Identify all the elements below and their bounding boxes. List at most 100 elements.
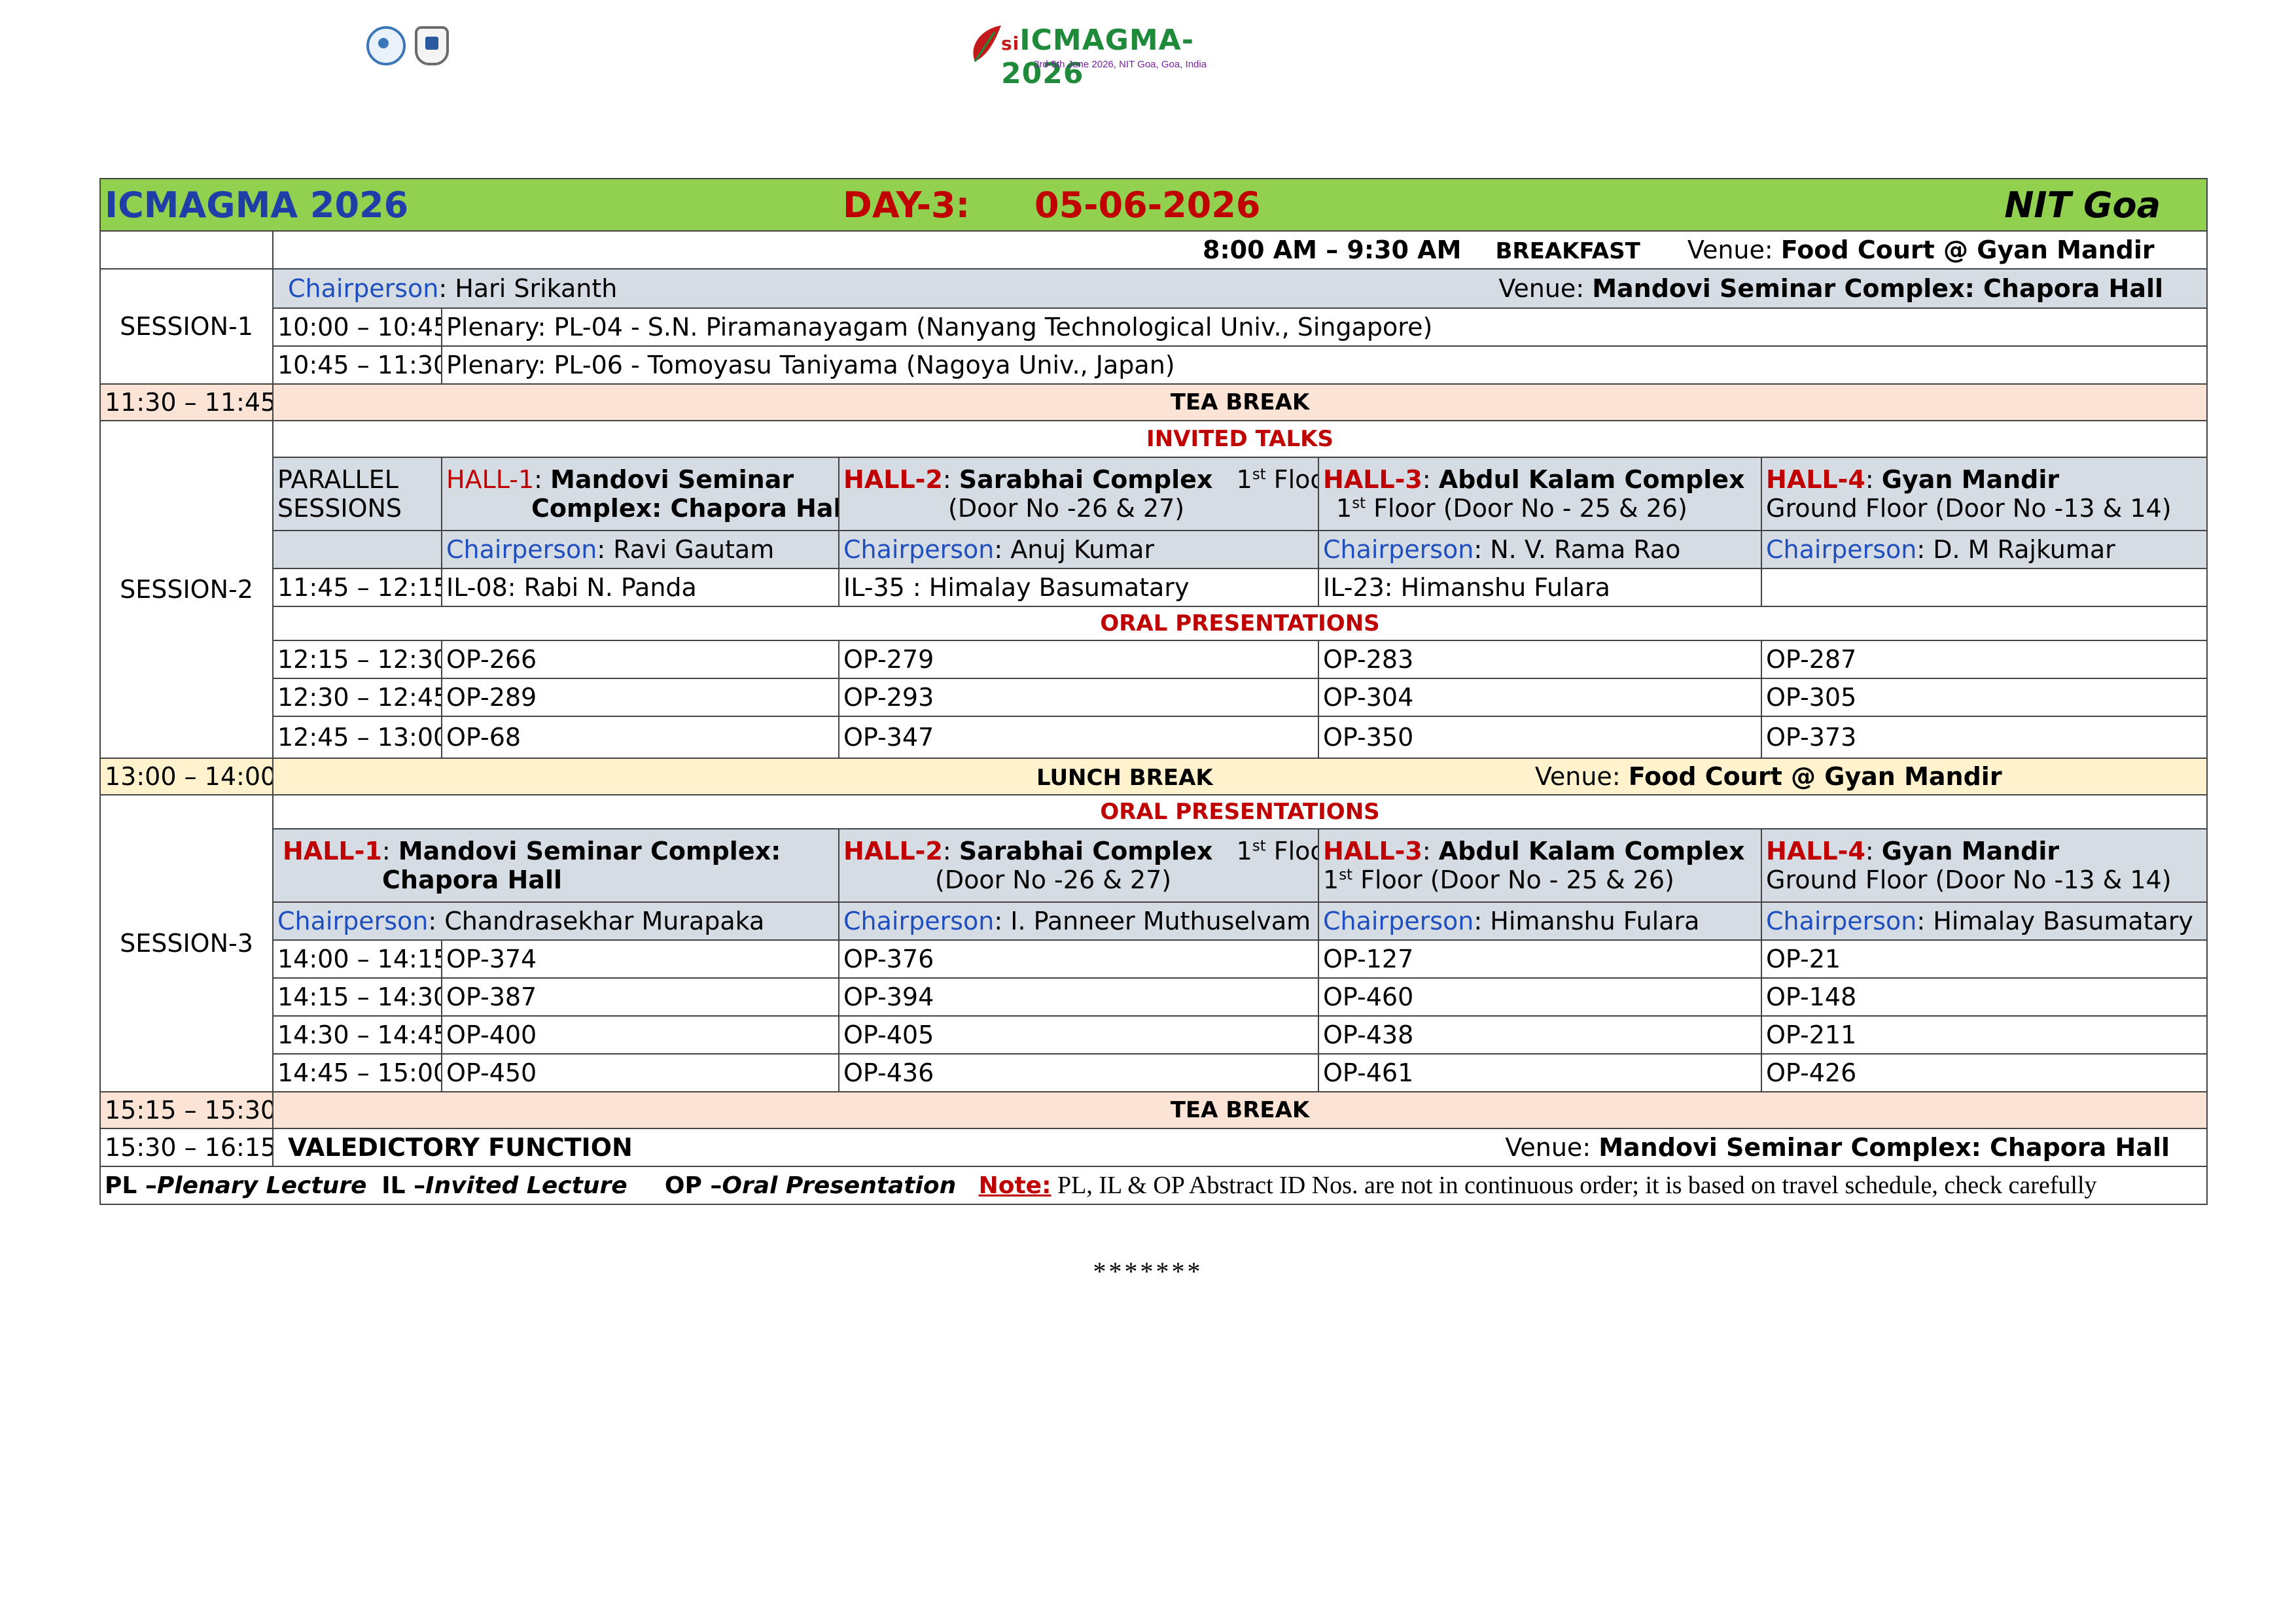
session1-chair-label: Chairperson [288, 274, 439, 303]
slot-time: 14:15 – 14:30 [272, 977, 442, 1017]
session1-talk-row: 10:45 – 11:30 Plenary: PL-06 - Tomoyasu … [100, 345, 2208, 385]
slot-cell: OP-211 [1761, 1015, 2208, 1055]
slot-cell: OP-266 [440, 640, 840, 679]
session3-chairs-row: Chairperson: Chandrasekhar Murapaka Chai… [100, 901, 2208, 941]
session1-venue-label: Venue: [1498, 274, 1585, 303]
tea-break-row: 11:30 – 11:45 TEA BREAK [99, 383, 2208, 421]
oral-row: 14:45 – 15:00 OP-450 OP-436 OP-461 OP-42… [100, 1053, 2208, 1092]
slot-cell: IL-08: Rabi N. Panda [440, 568, 840, 607]
slot-time: 14:00 – 14:15 [272, 939, 442, 979]
conference-logo-tagline: 3rd-5th June 2026, NIT Goa, Goa, India [1034, 59, 1207, 70]
venue-title: NIT Goa [2004, 184, 2161, 226]
header-row: ICMAGMA 2026 DAY-3: 05-06-2026 NIT Goa [99, 178, 2208, 232]
slot-time: 14:45 – 15:00 [272, 1053, 442, 1092]
slot-cell [1761, 568, 2208, 607]
valedictory-row: 15:30 – 16:15 VALEDICTORY FUNCTION Venue… [99, 1128, 2208, 1167]
slot-cell: OP-293 [838, 678, 1320, 717]
slot-cell: OP-305 [1761, 678, 2208, 717]
session1-chair: : Hari Srikanth [438, 274, 618, 303]
lunch-row: 13:00 – 14:00 LUNCH BREAK Venue: Food Co… [99, 758, 2208, 795]
hall-3-chair: Chairperson: Himanshu Fulara [1318, 901, 1763, 941]
hall-2-chair: Chairperson: I. Panneer Muthuselvam [838, 901, 1320, 941]
slot-cell: IL-23: Himanshu Fulara [1318, 568, 1763, 607]
legend-note-label: Note: [978, 1172, 1051, 1199]
slot-cell: OP-460 [1318, 977, 1763, 1017]
breakfast-row: 8:00 AM – 9:30 AM BREAKFAST Venue: Food … [99, 230, 2208, 270]
valedictory-venue: Mandovi Seminar Complex: Chapora Hall [1598, 1133, 2170, 1162]
legend-row: PL –Plenary Lecture IL –Invited Lecture … [99, 1166, 2208, 1205]
hall-1-header: HALL-1: Mandovi Seminar Complex: Chapora… [440, 457, 840, 531]
slot-cell: OP-394 [838, 977, 1320, 1017]
talk-title: Plenary: PL-04 - S.N. Piramanayagam (Nan… [440, 307, 2208, 347]
session1-chair-row: SESSION-1 Chairperson: Hari Srikanth Ven… [99, 268, 2208, 385]
lunch-time: 13:00 – 14:00 [99, 758, 274, 795]
slot-cell: OP-127 [1318, 939, 1763, 979]
leaf-icon [973, 26, 1001, 62]
session1-label: SESSION-1 [99, 268, 274, 385]
hall-3-header: HALL-3: Abdul Kalam Complex 1st Floor (D… [1318, 828, 1763, 903]
breakfast-venue-label: Venue: [1687, 236, 1773, 264]
slot-cell: OP-450 [440, 1053, 840, 1092]
schedule-table: ICMAGMA 2026 DAY-3: 05-06-2026 NIT Goa 8… [99, 178, 2208, 1205]
slot-cell: OP-376 [838, 939, 1320, 979]
slot-cell: OP-374 [440, 939, 840, 979]
sessions-label: SESSIONS [277, 494, 402, 523]
slot-cell: OP-289 [440, 678, 840, 717]
parallel-label: PARALLEL [277, 465, 398, 494]
oral-presentations-heading: ORAL PRESENTATIONS [272, 794, 2208, 829]
tea-break-label: TEA BREAK [272, 383, 2208, 421]
legend-note: PL, IL & OP Abstract ID Nos. are not in … [1051, 1172, 2097, 1199]
oral-row: 14:30 – 14:45 OP-400 OP-405 OP-438 OP-21… [100, 1015, 2208, 1055]
hall-2-header: HALL-2: Sarabhai Complex 1st Floor (Door… [838, 828, 1320, 903]
slot-time: 12:30 – 12:45 [272, 678, 442, 717]
hall-4-chair: Chairperson: D. M Rajkumar [1761, 530, 2208, 569]
hall-2-chair: Chairperson: Anuj Kumar [838, 530, 1320, 569]
conference-logo-text: siICMAGMA-2026 [1001, 24, 1194, 90]
legend-il: IL – [381, 1172, 426, 1199]
slot-cell: OP-283 [1318, 640, 1763, 679]
lunch-venue: Food Court @ Gyan Mandir [1628, 762, 2002, 791]
tea-break-row: 15:15 – 15:30 TEA BREAK [99, 1091, 2208, 1129]
hall-3-header: HALL-3: Abdul Kalam Complex 1st Floor (D… [1318, 457, 1763, 531]
slot-cell: OP-436 [838, 1053, 1320, 1092]
hall-4-chair: Chairperson: Himalay Basumatary [1761, 901, 2208, 941]
valedictory-label: VALEDICTORY FUNCTION [288, 1133, 633, 1162]
hall-1-chair: Chairperson: Chandrasekhar Murapaka [272, 901, 840, 941]
slot-cell: OP-287 [1761, 640, 2208, 679]
legend-il-full: Invited Lecture [425, 1172, 627, 1199]
conference-title: ICMAGMA 2026 [105, 184, 409, 226]
oral-row: 12:45 – 13:00 OP-68 OP-347 OP-350 OP-373 [100, 716, 2208, 759]
legend-op-full: Oral Presentation [722, 1172, 957, 1199]
slot-cell: OP-68 [440, 716, 840, 759]
hall-4-header: HALL-4: Gyan Mandir Ground Floor (Door N… [1761, 828, 2208, 903]
valedictory-time: 15:30 – 16:15 [99, 1128, 274, 1167]
session1-venue: Mandovi Seminar Complex: Chapora Hall [1592, 274, 2164, 303]
hall-3-chair: Chairperson: N. V. Rama Rao [1318, 530, 1763, 569]
session3-label: SESSION-3 [99, 794, 274, 1092]
day-label: DAY-3: [843, 184, 970, 226]
breakfast-time: 8:00 AM – 9:30 AM [1203, 236, 1462, 264]
slot-cell: OP-304 [1318, 678, 1763, 717]
talk-title: Plenary: PL-06 - Tomoyasu Taniyama (Nago… [440, 345, 2208, 385]
invited-talks-heading-row: SESSION-2 INVITED TALKS [99, 420, 2208, 759]
partner-logos [366, 26, 449, 65]
institute-crest-icon [415, 26, 449, 65]
oral-presentations-heading: ORAL PRESENTATIONS [272, 606, 2208, 641]
slot-cell: OP-21 [1761, 939, 2208, 979]
valedictory-venue-label: Venue: [1505, 1133, 1591, 1162]
slot-cell: OP-279 [838, 640, 1320, 679]
session2-label: SESSION-2 [99, 420, 274, 759]
session2-halls-row: PARALLEL SESSIONS HALL-1: Mandovi Semina… [100, 457, 2208, 531]
invited-talk-row: 11:45 – 12:15 IL-08: Rabi N. Panda IL-35… [100, 568, 2208, 607]
tea-break-time: 15:15 – 15:30 [99, 1091, 274, 1129]
lunch-label: LUNCH BREAK [1036, 765, 1213, 791]
slot-cell: OP-387 [440, 977, 840, 1017]
invited-talks-heading: INVITED TALKS [272, 420, 2208, 458]
slot-time: 12:15 – 12:30 [272, 640, 442, 679]
lunch-venue-label: Venue: [1534, 762, 1621, 791]
session1-talk-row: 10:00 – 10:45 Plenary: PL-04 - S.N. Pira… [100, 307, 2208, 347]
tea-break-label: TEA BREAK [272, 1091, 2208, 1129]
slot-time: 14:30 – 14:45 [272, 1015, 442, 1055]
slot-cell: OP-438 [1318, 1015, 1763, 1055]
hall-1-header: HALL-1: Mandovi Seminar Complex: Chapora… [272, 828, 840, 903]
